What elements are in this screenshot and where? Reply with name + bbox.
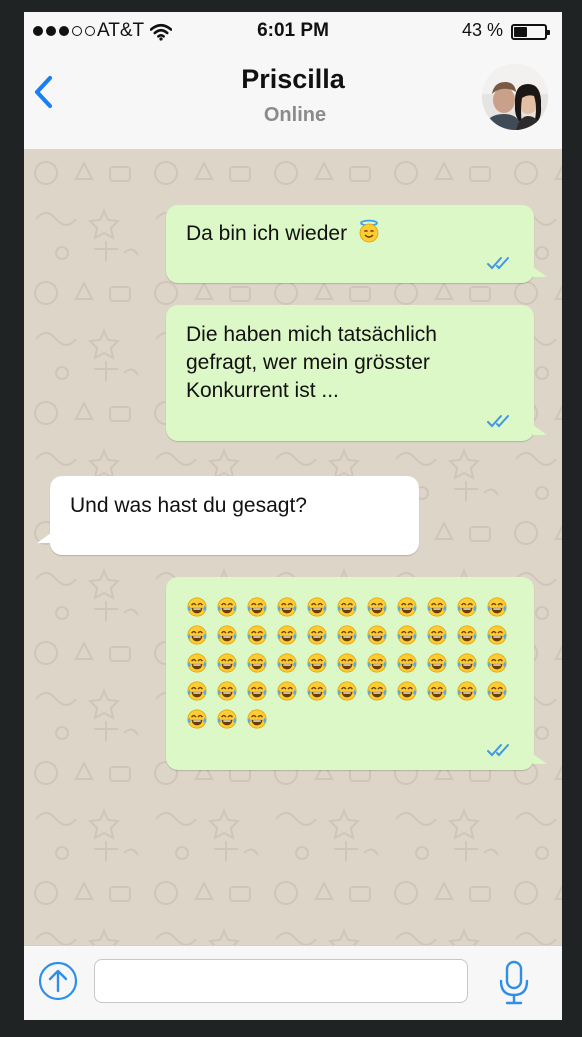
message-bubble-outgoing[interactable]: Da bin ich wieder [166,205,547,283]
status-bar: AT&T 6:01 PM 43 % [24,12,562,50]
upload-arrow-icon[interactable] [38,961,78,1001]
double-check-icon [487,257,509,270]
face-with-tears-of-joy-icon [276,621,306,649]
face-with-tears-of-joy-icon [486,677,516,705]
chat-area[interactable]: Da bin ich wieder Die haben mich tatsäch… [24,149,562,945]
face-with-tears-of-joy-icon [456,649,486,677]
face-with-tears-of-joy-icon [366,677,396,705]
face-with-tears-of-joy-icon [186,593,216,621]
face-with-tears-of-joy-icon [426,621,456,649]
battery-percentage: 43 % [462,20,504,40]
face-with-tears-of-joy-icon [186,705,216,733]
face-with-tears-of-joy-icon [456,621,486,649]
face-with-tears-of-joy-icon [246,593,276,621]
face-with-tears-of-joy-icon [246,649,276,677]
chat-header: Priscilla Online [24,50,562,150]
face-with-tears-of-joy-icon [396,677,426,705]
face-with-tears-of-joy-icon [456,593,486,621]
face-with-tears-of-joy-icon [306,593,336,621]
face-with-tears-of-joy-icon [276,593,306,621]
face-with-tears-of-joy-icon [366,621,396,649]
face-with-tears-of-joy-icon [306,649,336,677]
face-with-tears-of-joy-icon [246,621,276,649]
face-with-tears-of-joy-icon [246,677,276,705]
face-with-tears-of-joy-icon [186,621,216,649]
face-with-tears-of-joy-icon [186,677,216,705]
double-check-icon [487,744,509,757]
message-input-bar [24,945,562,1020]
face-with-tears-of-joy-icon [336,593,366,621]
face-with-tears-of-joy-icon [276,677,306,705]
message-text: Die haben mich tatsächlich gefragt, wer … [186,323,437,402]
face-with-tears-of-joy-icon [486,593,516,621]
face-with-tears-of-joy-icon [306,621,336,649]
face-with-tears-of-joy-icon [396,649,426,677]
face-with-tears-of-joy-icon [186,649,216,677]
message-bubble-incoming[interactable]: Und was hast du gesagt? [37,476,419,555]
face-with-tears-of-joy-icon [216,593,246,621]
face-with-tears-of-joy-icon [216,621,246,649]
face-with-tears-of-joy-icon [216,649,246,677]
face-with-tears-of-joy-icon [336,677,366,705]
smiling-face-with-halo-icon [359,219,379,243]
message-text: Und was hast du gesagt? [70,494,307,517]
message-bubble-outgoing[interactable] [166,577,547,770]
face-with-tears-of-joy-icon [426,649,456,677]
emoji-message [186,593,514,733]
face-with-tears-of-joy-icon [396,621,426,649]
face-with-tears-of-joy-icon [336,621,366,649]
message-bubble-outgoing[interactable]: Die haben mich tatsächlich gefragt, wer … [166,305,547,441]
contact-name[interactable]: Priscilla [24,64,562,95]
face-with-tears-of-joy-icon [306,677,336,705]
face-with-tears-of-joy-icon [426,593,456,621]
message-input[interactable] [94,959,468,1003]
microphone-icon[interactable] [496,960,532,1006]
face-with-tears-of-joy-icon [276,649,306,677]
face-with-tears-of-joy-icon [486,649,516,677]
phone-screen: AT&T 6:01 PM 43 % Priscilla Online Da bi… [24,12,562,1020]
face-with-tears-of-joy-icon [456,677,486,705]
face-with-tears-of-joy-icon [366,649,396,677]
face-with-tears-of-joy-icon [246,705,276,733]
battery-icon [511,24,550,40]
face-with-tears-of-joy-icon [426,677,456,705]
double-check-icon [487,415,509,428]
face-with-tears-of-joy-icon [396,593,426,621]
contact-status: Online [263,104,327,126]
face-with-tears-of-joy-icon [216,677,246,705]
face-with-tears-of-joy-icon [366,593,396,621]
avatar[interactable] [482,64,548,130]
face-with-tears-of-joy-icon [216,705,246,733]
message-text: Da bin ich wieder [186,222,348,245]
face-with-tears-of-joy-icon [336,649,366,677]
face-with-tears-of-joy-icon [486,621,516,649]
